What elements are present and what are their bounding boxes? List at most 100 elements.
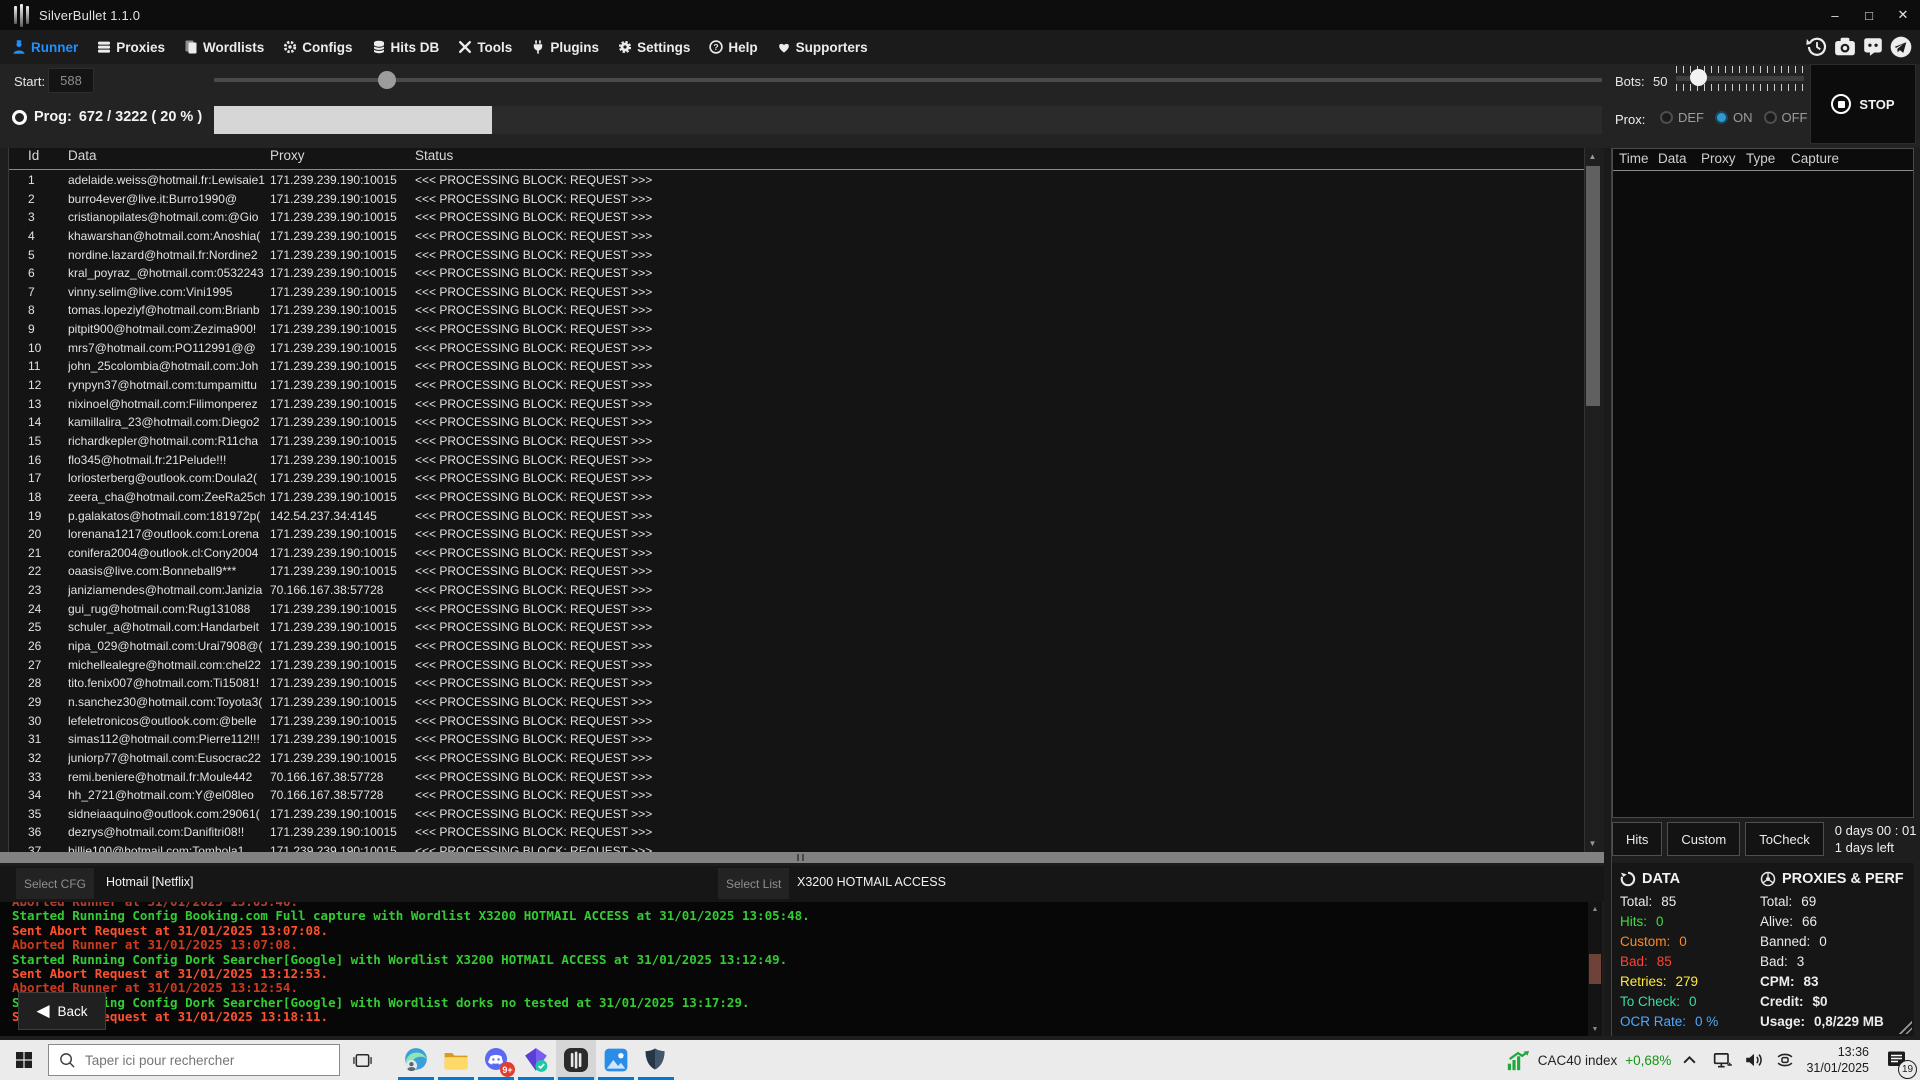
top-icon[interactable] bbox=[1806, 36, 1828, 58]
menu-item[interactable]: Plugins bbox=[531, 40, 599, 55]
close-button[interactable]: ✕ bbox=[1886, 0, 1920, 30]
table-row[interactable]: 11 john_25colombia@hotmail.com:Joh 171.2… bbox=[9, 357, 1584, 376]
table-row[interactable]: 5 nordine.lazard@hotmail.fr:Nordine2 171… bbox=[9, 246, 1584, 265]
radio-icon[interactable] bbox=[1715, 111, 1728, 124]
minimize-button[interactable]: – bbox=[1818, 0, 1852, 30]
menu-item[interactable]: Proxies bbox=[97, 40, 165, 55]
table-row[interactable]: 37 billie100@hotmail.com:Tombola1 171.23… bbox=[9, 842, 1584, 852]
table-row[interactable]: 2 burro4ever@live.it:Burro1990@ 171.239.… bbox=[9, 190, 1584, 209]
task-view-button[interactable] bbox=[342, 1040, 382, 1080]
top-icon[interactable] bbox=[1890, 36, 1912, 58]
table-row[interactable]: 21 conifera2004@outlook.cl:Cony2004 171.… bbox=[9, 544, 1584, 563]
stop-button[interactable]: STOP bbox=[1810, 64, 1916, 144]
position-slider[interactable] bbox=[214, 78, 1602, 82]
table-scrollbar[interactable]: ▲ ▼ bbox=[1584, 148, 1600, 852]
results-tab[interactable]: Custom bbox=[1667, 822, 1740, 856]
table-row[interactable]: 13 nixinoel@hotmail.com:Filimonperez 171… bbox=[9, 395, 1584, 414]
table-row[interactable]: 18 zeera_cha@hotmail.com:ZeeRa25ch 171.2… bbox=[9, 488, 1584, 507]
menu-item[interactable]: ? Help bbox=[709, 40, 757, 55]
stock-widget[interactable]: CAC40 index +0,68% bbox=[1506, 1048, 1672, 1072]
volume-icon[interactable] bbox=[1744, 1050, 1764, 1070]
table-row[interactable]: 33 remi.beniere@hotmail.fr:Moule442 70.1… bbox=[9, 768, 1584, 787]
back-button[interactable]: ◀ Back bbox=[18, 992, 106, 1030]
meet-now-icon[interactable] bbox=[1775, 1050, 1795, 1070]
menu-item[interactable]: Tools bbox=[458, 40, 512, 55]
table-scrollbar-thumb[interactable] bbox=[1586, 166, 1600, 406]
taskbar-search[interactable] bbox=[48, 1044, 340, 1076]
radio-icon[interactable] bbox=[1660, 111, 1673, 124]
horizontal-splitter[interactable] bbox=[0, 852, 1604, 863]
table-row[interactable]: 29 n.sanchez30@hotmail.com:Toyota3( 171.… bbox=[9, 693, 1584, 712]
table-row[interactable]: 4 khawarshan@hotmail.com:Anoshia( 171.23… bbox=[9, 227, 1584, 246]
table-row[interactable]: 24 gui_rug@hotmail.com:Rug131088 171.239… bbox=[9, 600, 1584, 619]
network-icon[interactable] bbox=[1713, 1050, 1733, 1070]
top-icon[interactable] bbox=[1862, 36, 1884, 58]
taskbar-app-button[interactable] bbox=[636, 1040, 676, 1080]
maximize-button[interactable]: □ bbox=[1852, 0, 1886, 30]
table-row[interactable]: 30 lefeletronicos@outlook.com:@belle 171… bbox=[9, 712, 1584, 731]
table-row[interactable]: 10 mrs7@hotmail.com:PO112991@@ 171.239.2… bbox=[9, 339, 1584, 358]
table-row[interactable]: 32 juniorp77@hotmail.com:Eusocrac22 171.… bbox=[9, 749, 1584, 768]
table-row[interactable]: 23 janiziamendes@hotmail.com:Janizia 70.… bbox=[9, 581, 1584, 600]
taskbar-app-button[interactable] bbox=[396, 1040, 436, 1080]
select-cfg-button[interactable]: Select CFG bbox=[16, 868, 94, 899]
action-center-button[interactable]: 19 bbox=[1880, 1043, 1914, 1077]
table-row[interactable]: 15 richardkepler@hotmail.com:R11cha 171.… bbox=[9, 432, 1584, 451]
chevron-up-icon[interactable] bbox=[1682, 1050, 1702, 1070]
taskbar-app-button[interactable] bbox=[516, 1040, 556, 1080]
table-row[interactable]: 1 adelaide.weiss@hotmail.fr:Lewisaie1 17… bbox=[9, 171, 1584, 190]
log-scroll-up-icon[interactable]: ▲ bbox=[1588, 903, 1602, 915]
taskbar-app-button[interactable]: 9+ bbox=[476, 1040, 516, 1080]
splitter-grip-icon[interactable] bbox=[797, 854, 804, 861]
position-slider-thumb[interactable] bbox=[378, 71, 396, 89]
table-row[interactable]: 28 tito.fenix007@hotmail.com:Ti15081! 17… bbox=[9, 674, 1584, 693]
taskbar-app-button[interactable] bbox=[436, 1040, 476, 1080]
table-row[interactable]: 12 rynpyn37@hotmail.com:tumpamittu 171.2… bbox=[9, 376, 1584, 395]
table-row[interactable]: 17 loriosterberg@outlook.com:Doula2( 171… bbox=[9, 469, 1584, 488]
table-row[interactable]: 34 hh_2721@hotmail.com:Y@el08leo 70.166.… bbox=[9, 786, 1584, 805]
start-button[interactable] bbox=[0, 1040, 48, 1080]
results-tab[interactable]: Hits bbox=[1612, 822, 1662, 856]
menu-item[interactable]: Runner bbox=[12, 40, 78, 55]
table-row[interactable]: 16 flo345@hotmail.fr:21Pelude!!! 171.239… bbox=[9, 451, 1584, 470]
log-scroll-down-icon[interactable]: ▼ bbox=[1588, 1023, 1602, 1035]
table-row[interactable]: 25 schuler_a@hotmail.com:Handarbeit 171.… bbox=[9, 618, 1584, 637]
menu-item[interactable]: Hits DB bbox=[372, 40, 440, 55]
table-row[interactable]: 27 michellealegre@hotmail.com:chel22 171… bbox=[9, 656, 1584, 675]
radio-icon[interactable] bbox=[1764, 111, 1777, 124]
table-row[interactable]: 20 lorenana1217@outlook.com:Lorena 171.2… bbox=[9, 525, 1584, 544]
taskbar-app-button[interactable] bbox=[556, 1040, 596, 1080]
start-input[interactable] bbox=[48, 68, 94, 93]
table-row[interactable]: 26 nipa_029@hotmail.com:Urai7908@( 171.2… bbox=[9, 637, 1584, 656]
select-list-button[interactable]: Select List bbox=[718, 868, 789, 899]
table-row[interactable]: 3 cristianopilates@hotmail.com:@Gio 171.… bbox=[9, 208, 1584, 227]
log-scrollbar-thumb[interactable] bbox=[1589, 954, 1601, 984]
bots-slider-thumb[interactable] bbox=[1690, 69, 1707, 86]
bots-slider[interactable] bbox=[1676, 66, 1804, 91]
results-tab[interactable]: ToCheck bbox=[1745, 822, 1824, 856]
scroll-down-icon[interactable]: ▼ bbox=[1585, 836, 1600, 851]
proxy-mode-option[interactable]: OFF bbox=[1764, 110, 1808, 125]
table-row[interactable]: 9 pitpit900@hotmail.com:Zezima900! 171.2… bbox=[9, 320, 1584, 339]
menu-item[interactable]: Configs bbox=[283, 40, 352, 55]
menu-item[interactable]: Supporters bbox=[777, 40, 868, 55]
log-scrollbar[interactable]: ▲ ▼ bbox=[1588, 902, 1602, 1036]
menu-item[interactable]: Settings bbox=[618, 40, 690, 55]
menu-item[interactable]: Wordlists bbox=[184, 40, 264, 55]
taskbar-clock[interactable]: 13:36 31/01/2025 bbox=[1806, 1044, 1869, 1076]
scroll-up-icon[interactable]: ▲ bbox=[1585, 149, 1600, 164]
search-input[interactable] bbox=[85, 1053, 315, 1068]
proxy-mode-option[interactable]: DEF bbox=[1660, 110, 1704, 125]
table-row[interactable]: 31 simas112@hotmail.com:Pierre112!!! 171… bbox=[9, 730, 1584, 749]
taskbar-app-button[interactable] bbox=[596, 1040, 636, 1080]
table-row[interactable]: 6 kral_poyraz_@hotmail.com:0532243 171.2… bbox=[9, 264, 1584, 283]
table-row[interactable]: 14 kamillalira_23@hotmail.com:Diego2 171… bbox=[9, 413, 1584, 432]
table-row[interactable]: 7 vinny.selim@live.com:Vini1995 171.239.… bbox=[9, 283, 1584, 302]
top-icon[interactable] bbox=[1834, 36, 1856, 58]
table-row[interactable]: 8 tomas.lopeziyf@hotmail.com:Brianb 171.… bbox=[9, 301, 1584, 320]
table-row[interactable]: 19 p.galakatos@hotmail.com:181972p( 142.… bbox=[9, 507, 1584, 526]
table-row[interactable]: 22 oaasis@live.com:Bonneball9*** 171.239… bbox=[9, 562, 1584, 581]
table-row[interactable]: 36 dezrys@hotmail.com:Danifitri08!! 171.… bbox=[9, 823, 1584, 842]
table-row[interactable]: 35 sidneiaaquino@outlook.com:29061( 171.… bbox=[9, 805, 1584, 824]
proxy-mode-option[interactable]: ON bbox=[1715, 110, 1753, 125]
